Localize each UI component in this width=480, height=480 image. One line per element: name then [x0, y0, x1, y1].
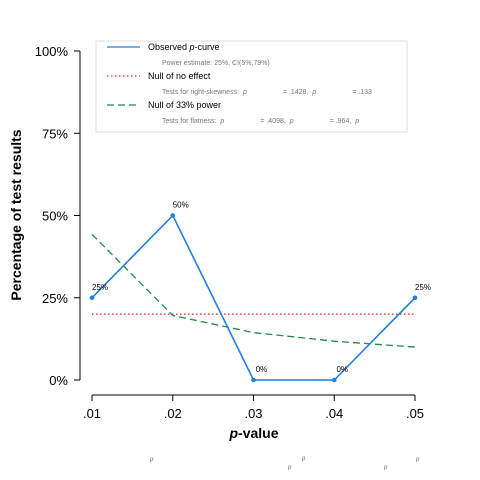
- data-labels: 25% 50% 0% 0% 25%: [92, 201, 431, 375]
- footer-fragment: p: [383, 465, 388, 471]
- footer-fragment: p: [415, 457, 420, 463]
- data-point: [170, 213, 176, 218]
- x-tick-label: .02: [164, 406, 182, 421]
- y-tick-label: 50%: [42, 209, 68, 224]
- p-curve-chart: 0% 25% 50% 75% 100% .01 .02 .03 .04 .05 p-value Per…: [8, 40, 431, 471]
- x-tick-label: .04: [325, 406, 343, 421]
- data-point: [412, 295, 418, 301]
- data-label: 0%: [256, 365, 268, 374]
- legend-label: Null of 33% power: [148, 100, 221, 110]
- legend-sublabel: Tests for flatness: p = .4098, p = .964, p: [162, 118, 359, 125]
- data-point: [251, 377, 256, 383]
- footer-fragment: p: [149, 457, 154, 463]
- y-tick-label: 100%: [35, 44, 69, 59]
- legend-box: [95, 40, 408, 133]
- data-label: 25%: [92, 283, 108, 292]
- data-point: [331, 377, 337, 383]
- y-axis-title: Percentage of test results: [8, 129, 24, 300]
- legend-label: Null of no effect: [148, 71, 211, 81]
- x-tick-label: .05: [406, 406, 424, 421]
- data-label: 25%: [415, 283, 431, 292]
- y-tick-label: 75%: [42, 126, 68, 141]
- x-axis-title: p-value: [228, 425, 278, 441]
- legend-label: Observed p-curve: [148, 42, 220, 52]
- y-tick-label: 0%: [49, 373, 68, 388]
- y-tick-label: 25%: [42, 291, 68, 306]
- series-line-observed-p-curve: [91, 214, 416, 381]
- series-layer: [89, 213, 418, 383]
- data-label: 0%: [336, 365, 348, 374]
- legend-sublabel: Power estimate: 25%, CI(5%,79%): [162, 60, 270, 67]
- legend: Observed p-curve Power estimate: 25%, CI(…: [95, 40, 408, 133]
- data-point: [89, 295, 95, 301]
- x-tick-label: .01: [83, 406, 101, 421]
- footer-fragment: p: [301, 456, 306, 462]
- data-label: 50%: [173, 201, 189, 210]
- footer-fragment: p: [287, 465, 292, 471]
- x-tick-label: .03: [244, 406, 262, 421]
- series-line-null-of-33-power: [91, 233, 416, 348]
- footer-fragments: p p p p p: [149, 456, 420, 471]
